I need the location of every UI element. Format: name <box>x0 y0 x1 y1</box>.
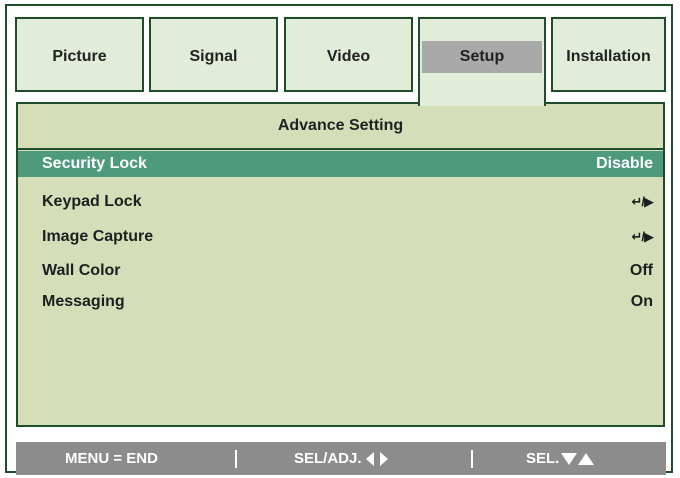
tab-picture[interactable]: Picture <box>15 17 144 92</box>
tab-setup-label: Setup <box>422 41 542 73</box>
menu-row-security-lock[interactable]: Security Lock Disable <box>18 151 663 177</box>
wall-color-label: Wall Color <box>42 262 121 279</box>
menu-end-hint: MENU = END <box>65 450 158 467</box>
down-arrow-icon <box>561 453 578 466</box>
select-adjust-label: SEL/ADJ. <box>294 450 362 467</box>
menu-row-image-capture[interactable]: Image Capture ↵/▶ <box>18 224 663 250</box>
tab-setup[interactable]: Setup <box>418 17 546 106</box>
enter-or-right-arrow-icon: ↵/▶ <box>631 194 653 209</box>
security-lock-label: Security Lock <box>42 155 147 172</box>
hint-separator <box>471 450 473 468</box>
messaging-value: On <box>630 293 653 310</box>
select-hint: SEL. <box>526 442 595 475</box>
messaging-label: Messaging <box>42 293 125 310</box>
tab-picture-label: Picture <box>52 48 107 65</box>
key-hint-bar: MENU = END SEL/ADJ. SEL. <box>16 442 666 475</box>
tab-signal[interactable]: Signal <box>149 17 278 92</box>
image-capture-label: Image Capture <box>42 228 154 245</box>
menu-row-messaging[interactable]: Messaging On <box>18 289 663 315</box>
select-label: SEL. <box>526 450 560 467</box>
hint-separator <box>235 450 237 468</box>
enter-or-right-arrow-icon: ↵/▶ <box>631 229 653 244</box>
osd-menu-window: Picture Signal Video Setup Installation … <box>5 4 673 475</box>
advance-setting-panel: Advance Setting Security Lock Disable Ke… <box>16 102 665 427</box>
tab-installation[interactable]: Installation <box>551 17 666 92</box>
menu-row-keypad-lock[interactable]: Keypad Lock ↵/▶ <box>18 189 663 215</box>
tab-installation-label: Installation <box>566 48 651 65</box>
right-arrow-icon <box>379 452 388 467</box>
tab-signal-label: Signal <box>189 48 238 65</box>
panel-title-divider <box>18 148 663 150</box>
panel-title: Advance Setting <box>277 117 404 134</box>
security-lock-value: Disable <box>596 155 653 172</box>
keypad-lock-label: Keypad Lock <box>42 193 142 210</box>
left-arrow-icon <box>365 452 374 467</box>
select-adjust-hint: SEL/ADJ. <box>294 442 388 475</box>
tab-video-label: Video <box>326 48 371 65</box>
menu-row-wall-color[interactable]: Wall Color Off <box>18 258 663 284</box>
wall-color-value: Off <box>629 262 653 279</box>
up-arrow-icon <box>578 453 595 466</box>
tab-video[interactable]: Video <box>284 17 413 92</box>
